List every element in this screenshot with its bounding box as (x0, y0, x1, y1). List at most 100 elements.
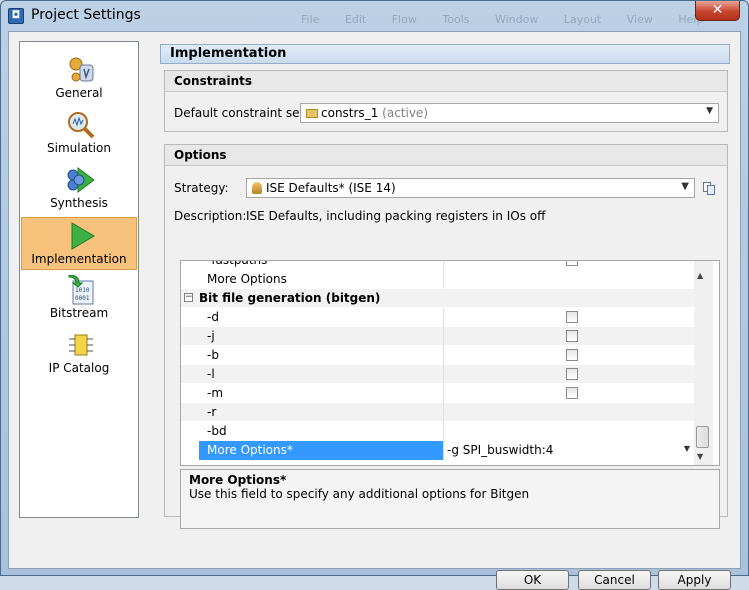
option-dropdown[interactable]: -g SPI_buswidth:4 ▼ (445, 441, 694, 460)
page-title: Implementation (160, 44, 730, 64)
strategy-select[interactable]: ISE Defaults* (ISE 14) ▼ (246, 178, 695, 198)
cancel-button[interactable]: Cancel (578, 570, 651, 590)
default-constraint-label: Default constraint set: (174, 106, 309, 120)
option-name: -b (199, 346, 444, 365)
table-group-row[interactable]: − Bit file generation (bitgen) (181, 289, 694, 308)
option-value (445, 327, 694, 346)
table-row: -bd (181, 422, 694, 441)
nav-label-simulation: Simulation (47, 141, 111, 155)
ok-button[interactable]: OK (496, 570, 569, 590)
option-checkbox[interactable] (566, 349, 578, 361)
nav-label-bitstream: Bitstream (49, 306, 109, 320)
option-value (445, 384, 694, 403)
bitstream-icon: 1010 0001 (68, 275, 94, 305)
nav-label-general: General (55, 86, 103, 100)
constraint-set-value: constrs_1 (321, 106, 379, 120)
option-name: -l (199, 365, 444, 384)
description-label: Description: (174, 209, 247, 223)
table-row: -r (181, 403, 694, 422)
table-row: More Options (181, 270, 694, 289)
option-value (445, 261, 694, 270)
strategy-label: Strategy: (174, 181, 229, 195)
help-title: More Options* (189, 473, 287, 487)
option-name: More Options* (199, 441, 444, 460)
nav-label-synthesis: Synthesis (50, 196, 108, 210)
option-checkbox[interactable] (566, 387, 578, 399)
option-dropdown-value: -g SPI_buswidth:4 (447, 443, 554, 457)
project-settings-window: ◘ Project Settings File Edit Flow Tools … (0, 0, 749, 590)
general-icon (69, 57, 94, 82)
option-name: -fastpaths (199, 261, 444, 270)
bg-menu-tools: Tools (442, 13, 470, 26)
bg-menu-flow: Flow (391, 13, 417, 26)
option-checkbox[interactable] (566, 330, 578, 342)
option-checkbox[interactable] (566, 368, 578, 380)
option-value[interactable] (445, 403, 694, 422)
table-row-selected[interactable]: More Options* -g SPI_buswidth:4 ▼ (181, 441, 694, 460)
chevron-down-icon: ▼ (681, 181, 689, 192)
description-value: ISE Defaults, including packing register… (246, 209, 546, 223)
bg-menu-file: File (301, 13, 320, 26)
bg-menu-layout: Layout (563, 13, 602, 26)
table-row: -j (181, 327, 694, 346)
nav-label-ip-catalog: IP Catalog (48, 361, 110, 375)
nav-item-implementation[interactable]: Implementation (21, 217, 137, 270)
folder-icon (306, 109, 318, 118)
nav-item-ip-catalog[interactable]: IP Catalog (21, 327, 137, 380)
strategy-value: ISE Defaults* (ISE 14) (266, 181, 396, 195)
simulation-icon (68, 112, 95, 139)
option-name: More Options (199, 270, 444, 289)
option-name: -j (199, 327, 444, 346)
settings-nav: General Simulation Synthesis Implementat… (19, 41, 139, 518)
table-row: -b (181, 346, 694, 365)
nav-item-simulation[interactable]: Simulation (21, 107, 137, 160)
option-value (445, 365, 694, 384)
option-checkbox[interactable] (566, 261, 578, 266)
options-title: Options (165, 145, 727, 166)
group-name: Bit file generation (bitgen) (199, 291, 381, 305)
option-value[interactable] (445, 422, 694, 441)
table-row: -m (181, 384, 694, 403)
option-help-panel: More Options* Use this field to specify … (180, 469, 720, 529)
ip-catalog-icon (69, 334, 93, 356)
nav-item-general[interactable]: General (21, 52, 137, 105)
scroll-up-icon[interactable]: ▲ (697, 271, 703, 280)
scroll-thumb[interactable] (696, 426, 709, 448)
close-button[interactable]: ✕ (695, 1, 740, 21)
option-value (445, 346, 694, 365)
table-row: -l (181, 365, 694, 384)
nav-item-bitstream[interactable]: 1010 0001 Bitstream (21, 272, 137, 325)
help-text: Use this field to specify any additional… (189, 487, 530, 501)
window-title: Project Settings (31, 7, 141, 23)
option-value (445, 308, 694, 327)
table-scrollbar[interactable]: ▲ ▼ (694, 261, 713, 465)
constraint-set-suffix: (active) (382, 106, 428, 120)
option-name: -bd (199, 422, 444, 441)
bg-menu-window: Window (494, 13, 539, 26)
close-icon: ✕ (711, 2, 724, 18)
option-checkbox[interactable] (566, 311, 578, 323)
svg-text:0001: 0001 (75, 295, 90, 302)
constraints-title: Constraints (165, 71, 727, 92)
bg-menu-edit: Edit (344, 13, 367, 26)
table-row: -d (181, 308, 694, 327)
nav-label-implementation: Implementation (31, 252, 127, 266)
scroll-down-icon[interactable]: ▼ (697, 452, 703, 461)
title-bar[interactable]: ◘ Project Settings File Edit Flow Tools … (1, 1, 748, 31)
nav-item-synthesis[interactable]: Synthesis (21, 162, 137, 215)
options-table: -fastpaths More Options − Bit file gener… (180, 260, 720, 466)
chevron-down-icon: ▼ (706, 106, 713, 116)
dialog-client: General Simulation Synthesis Implementat… (8, 31, 741, 590)
synthesis-icon (67, 167, 95, 193)
copy-strategy-icon[interactable] (703, 182, 715, 195)
app-icon: ◘ (8, 8, 24, 24)
strategy-icon (252, 182, 262, 194)
apply-button[interactable]: Apply (658, 570, 731, 590)
bg-menu-view: View (626, 13, 653, 26)
constraint-set-select[interactable]: constrs_1 (active) ▼ (300, 103, 719, 123)
option-name: -r (199, 403, 444, 422)
chevron-down-icon: ▼ (683, 444, 690, 453)
option-name: -m (199, 384, 444, 403)
background-menu: File Edit Flow Tools Window Layout View … (301, 13, 725, 26)
option-value[interactable] (445, 270, 694, 289)
